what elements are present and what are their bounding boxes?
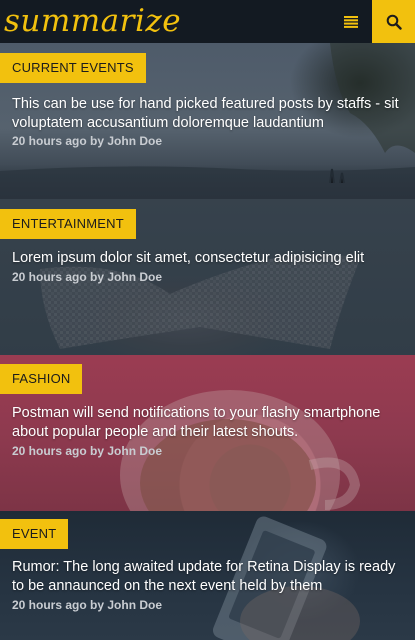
category-tag[interactable]: ENTERTAINMENT [0, 209, 136, 239]
image-shade [0, 164, 415, 199]
post-meta: 20 hours ago by John Doe [12, 134, 163, 148]
post-meta: 20 hours ago by John Doe [12, 598, 163, 612]
post-meta: 20 hours ago by John Doe [12, 444, 163, 458]
post-title[interactable]: Postman will send notifications to your … [12, 404, 407, 442]
site-logo[interactable]: summarize [0, 0, 329, 43]
category-tag[interactable]: CURRENT EVENTS [0, 53, 146, 83]
post-title[interactable]: Rumor: The long awaited update for Retin… [12, 558, 407, 596]
search-icon [386, 14, 402, 30]
top-header: summarize [0, 0, 415, 43]
post-card-entertainment[interactable]: ENTERTAINMENT Lorem ipsum dolor sit amet… [0, 199, 415, 355]
menu-button[interactable] [329, 0, 372, 43]
menu-icon [343, 15, 358, 28]
post-card-event[interactable]: EVENT Rumor: The long awaited update for… [0, 511, 415, 640]
post-title[interactable]: This can be use for hand picked featured… [12, 95, 407, 133]
category-tag[interactable]: EVENT [0, 519, 69, 549]
post-meta: 20 hours ago by John Doe [12, 270, 163, 284]
post-title[interactable]: Lorem ipsum dolor sit amet, consectetur … [12, 249, 407, 268]
category-tag[interactable]: FASHION [0, 364, 83, 394]
search-button[interactable] [372, 0, 415, 43]
post-card-fashion[interactable]: FASHION Postman will send notifications … [0, 355, 415, 511]
post-card-current-events[interactable]: CURRENT EVENTS This can be use for hand … [0, 43, 415, 199]
